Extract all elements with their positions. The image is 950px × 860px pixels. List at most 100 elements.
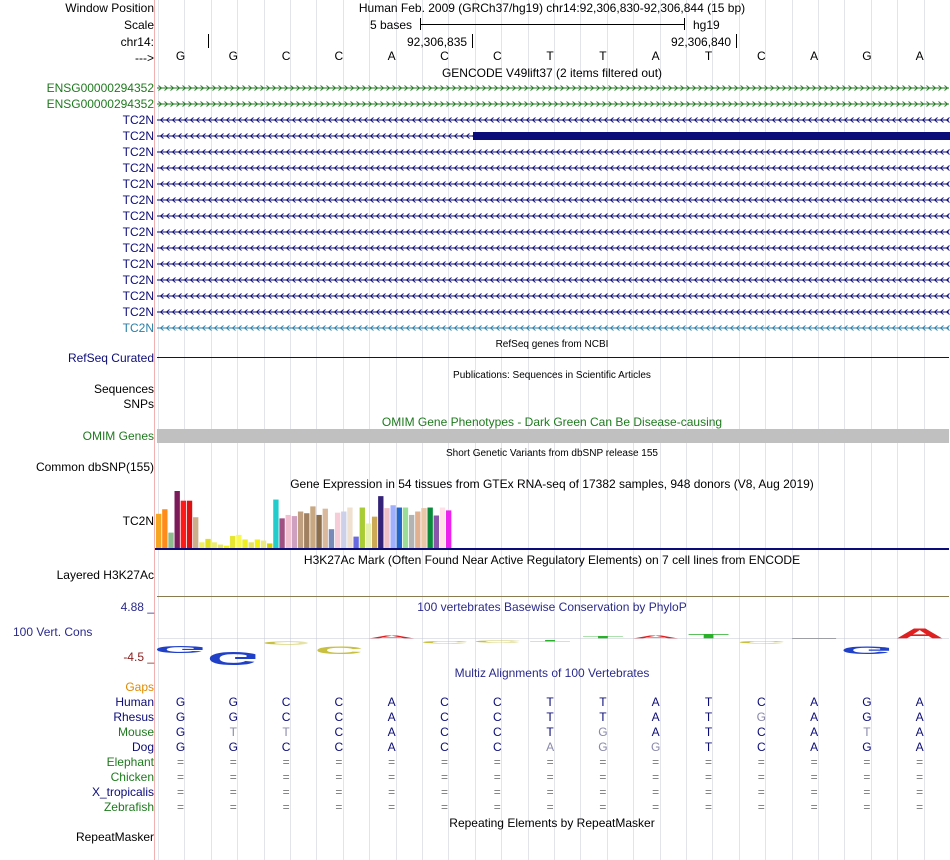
multiz-aligned-base: C bbox=[440, 740, 449, 754]
svg-text:C: C bbox=[262, 641, 311, 646]
multiz-aligned-base: = bbox=[388, 785, 396, 799]
multiz-aligned-base: A bbox=[651, 725, 660, 739]
multiz-aligned-base: = bbox=[863, 800, 871, 814]
multiz-aligned-base: = bbox=[493, 800, 501, 814]
multiz-aligned-base: C bbox=[492, 695, 502, 709]
multiz-aligned-base: G bbox=[228, 695, 238, 709]
multiz-aligned-base: T bbox=[704, 740, 713, 754]
multiz-aligned-base: = bbox=[493, 770, 501, 784]
multiz-aligned-base: A bbox=[915, 710, 924, 724]
multiz-aligned-base: A bbox=[651, 695, 660, 709]
genome-browser-image: Window Position Scale chr14: ---> Human … bbox=[0, 0, 950, 860]
phylop-score-mark[interactable]: C bbox=[737, 640, 786, 644]
multiz-aligned-base: = bbox=[863, 770, 871, 784]
multiz-aligned-base: = bbox=[282, 800, 290, 814]
svg-text:C: C bbox=[420, 640, 469, 644]
multiz-aligned-base: = bbox=[757, 755, 765, 769]
multiz-aligned-base: = bbox=[493, 785, 501, 799]
multiz-species-label[interactable]: Mouse bbox=[118, 725, 154, 739]
multiz-aligned-base: = bbox=[599, 770, 607, 784]
multiz-aligned-base: G bbox=[651, 740, 661, 754]
multiz-species-label[interactable]: Human bbox=[115, 695, 154, 709]
phylop-score-mark[interactable]: G bbox=[841, 644, 894, 656]
multiz-aligned-base: = bbox=[440, 800, 448, 814]
multiz-aligned-base: A bbox=[915, 740, 924, 754]
multiz-aligned-base: A bbox=[387, 740, 396, 754]
phylop-score-mark[interactable]: C bbox=[262, 641, 311, 646]
multiz-aligned-base: = bbox=[652, 800, 660, 814]
multiz-aligned-base: G bbox=[862, 710, 872, 724]
multiz-aligned-base: G bbox=[228, 710, 238, 724]
multiz-aligned-base: = bbox=[335, 800, 343, 814]
multiz-aligned-base: C bbox=[281, 695, 291, 709]
multiz-aligned-base: = bbox=[493, 755, 501, 769]
multiz-aligned-base: = bbox=[440, 785, 448, 799]
phylop-score-mark[interactable]: T bbox=[529, 640, 570, 642]
multiz-aligned-base: C bbox=[492, 710, 502, 724]
multiz-aligned-base: = bbox=[599, 755, 607, 769]
multiz-species-label[interactable]: Chicken bbox=[111, 770, 154, 784]
multiz-aligned-base: = bbox=[176, 770, 184, 784]
phylop-score-mark[interactable]: C bbox=[420, 640, 469, 644]
multiz-aligned-base: = bbox=[704, 785, 712, 799]
multiz-aligned-base: C bbox=[334, 710, 344, 724]
multiz-aligned-base: = bbox=[229, 755, 237, 769]
multiz-aligned-base: C bbox=[334, 725, 344, 739]
phylop-score-mark[interactable]: C bbox=[473, 640, 522, 643]
multiz-aligned-base: A bbox=[387, 695, 396, 709]
phylop-score-mark[interactable]: C bbox=[314, 644, 363, 656]
multiz-aligned-base: = bbox=[652, 785, 660, 799]
multiz-aligned-base: = bbox=[810, 770, 818, 784]
multiz-aligned-base: = bbox=[810, 755, 818, 769]
multiz-aligned-base: A bbox=[387, 725, 396, 739]
multiz-aligned-base: A bbox=[651, 710, 660, 724]
multiz-aligned-base: = bbox=[388, 770, 396, 784]
multiz-aligned-base: T bbox=[599, 695, 607, 709]
multiz-aligned-base: = bbox=[599, 785, 607, 799]
multiz-aligned-base: T bbox=[704, 725, 713, 739]
multiz-aligned-base: C bbox=[440, 695, 449, 709]
multiz-species-label[interactable]: Rhesus bbox=[113, 710, 154, 724]
multiz-aligned-base: T bbox=[599, 710, 607, 724]
multiz-aligned-base: = bbox=[757, 770, 765, 784]
multiz-species-label[interactable]: Elephant bbox=[107, 755, 154, 769]
multiz-aligned-base: G bbox=[175, 695, 186, 709]
multiz-aligned-base: G bbox=[862, 740, 872, 754]
multiz-aligned-base: = bbox=[546, 785, 554, 799]
multiz-aligned-base: C bbox=[492, 725, 502, 739]
multiz-aligned-base: C bbox=[440, 710, 449, 724]
multiz-aligned-base: A bbox=[810, 710, 819, 724]
multiz-aligned-base: = bbox=[335, 755, 343, 769]
multiz-aligned-base: G bbox=[228, 740, 238, 754]
repeatmasker-track-label[interactable]: RepeatMasker bbox=[76, 830, 154, 844]
svg-text:C: C bbox=[314, 644, 363, 656]
multiz-aligned-base: = bbox=[229, 800, 237, 814]
multiz-aligned-base: = bbox=[652, 755, 660, 769]
multiz-aligned-base: C bbox=[281, 710, 291, 724]
multiz-aligned-base: T bbox=[863, 725, 871, 739]
multiz-aligned-base: G bbox=[756, 710, 766, 724]
multiz-aligned-base: = bbox=[757, 800, 765, 814]
phylop-score-mark[interactable]: G bbox=[154, 643, 207, 654]
multiz-aligned-base: T bbox=[704, 695, 713, 709]
multiz-species-label[interactable]: X_tropicalis bbox=[92, 785, 154, 799]
multiz-aligned-base: = bbox=[810, 800, 818, 814]
phylop-score-mark[interactable]: A bbox=[895, 625, 944, 642]
multiz-aligned-base: = bbox=[652, 770, 660, 784]
multiz-aligned-base: G bbox=[598, 740, 608, 754]
multiz-aligned-base: G bbox=[862, 695, 872, 709]
svg-text:G: G bbox=[841, 644, 894, 656]
multiz-aligned-base: G bbox=[598, 725, 608, 739]
multiz-aligned-base: = bbox=[176, 800, 184, 814]
multiz-aligned-base: C bbox=[756, 695, 766, 709]
multiz-aligned-base: = bbox=[916, 800, 924, 814]
multiz-aligned-base: T bbox=[546, 710, 554, 724]
multiz-species-label[interactable]: Dog bbox=[132, 740, 154, 754]
phylop-score-mark[interactable]: T bbox=[688, 633, 729, 640]
svg-text:C: C bbox=[473, 640, 522, 643]
multiz-aligned-base: A bbox=[810, 695, 819, 709]
multiz-species-label[interactable]: Zebrafish bbox=[104, 800, 154, 814]
phylop-score-mark[interactable]: G bbox=[207, 648, 260, 669]
multiz-aligned-base: = bbox=[810, 785, 818, 799]
multiz-gaps-label[interactable]: Gaps bbox=[125, 680, 154, 694]
